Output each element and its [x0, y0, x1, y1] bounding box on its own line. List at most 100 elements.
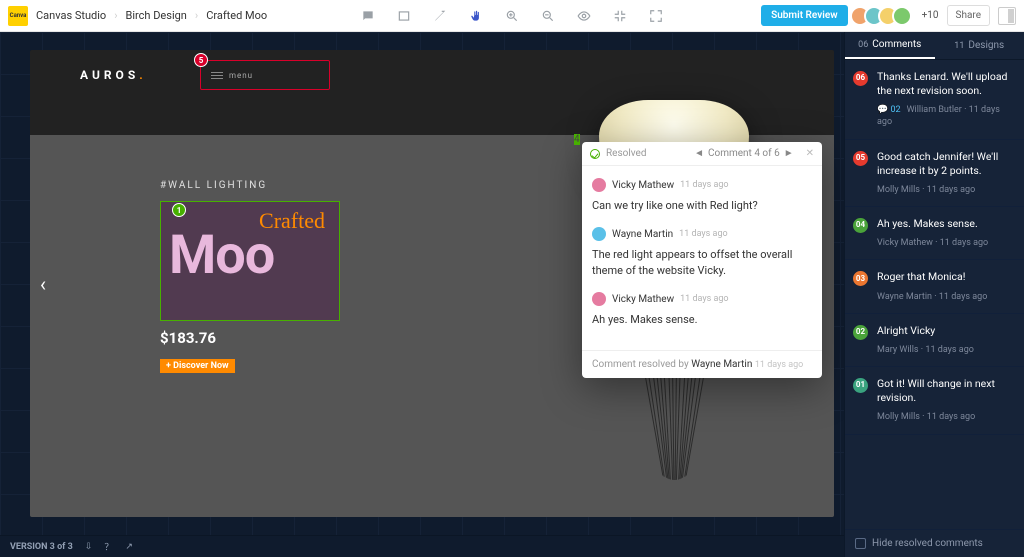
rectangle-tool-icon[interactable] — [396, 8, 412, 24]
hero-price: $183.76 — [160, 329, 340, 347]
submit-review-button[interactable]: Submit Review — [761, 5, 847, 26]
pager-prev-icon[interactable]: ◄ — [694, 148, 704, 159]
menu-button-annotation[interactable]: menu — [200, 60, 330, 90]
collapse-icon[interactable] — [612, 8, 628, 24]
tab-designs[interactable]: 11 Designs — [935, 32, 1024, 59]
comment-popup[interactable]: 4 Resolved ◄ Comment 4 of 6 ► ✕ Vicky Ma… — [582, 142, 822, 378]
comment-badge: 04 — [853, 218, 868, 233]
more-collaborators-count[interactable]: +10 — [922, 10, 939, 21]
toggle-panel-icon[interactable] — [998, 7, 1016, 25]
comment-author: William Butler — [907, 105, 962, 115]
resolved-by-prefix: Comment resolved by — [592, 359, 691, 370]
comment-badge: 01 — [853, 378, 868, 393]
comment-summary: Roger that Monica! — [877, 270, 1014, 284]
comment-author: Vicky Mathew — [877, 238, 933, 248]
tab-comments-label: Comments — [872, 39, 921, 50]
comment-time: 11 days ago — [940, 238, 988, 248]
share-button[interactable]: Share — [947, 5, 990, 26]
comment-tool-icon[interactable] — [360, 8, 376, 24]
app-logo: Canva — [8, 6, 28, 26]
resolved-by-when: 11 days ago — [755, 360, 803, 370]
comment-list: 06 Thanks Lenard. We'll upload the next r… — [845, 60, 1024, 529]
version-label: VERSION 3 of 3 — [10, 542, 73, 552]
comment-author: Wayne Martin — [877, 292, 932, 302]
preview-icon[interactable] — [576, 8, 592, 24]
comment-summary: Good catch Jennifer! We'll increase it b… — [877, 150, 1014, 178]
panel-footer: Hide resolved comments — [845, 529, 1024, 557]
comment-entry: Vicky Mathew11 days agoAh yes. Makes sen… — [592, 292, 812, 327]
avatar[interactable] — [892, 6, 912, 26]
comment-time: 11 days ago — [925, 345, 973, 355]
comments-panel: 06 Comments 11 Designs 06 Thanks Lenard. … — [844, 32, 1024, 557]
comment-list-item[interactable]: 02Alright VickyMary Wills · 11 days ago — [845, 314, 1024, 367]
comment-time: 11 days ago — [679, 229, 727, 239]
comment-list-item[interactable]: 01Got it! Will change in next revision.M… — [845, 367, 1024, 434]
topbar-right: Submit Review +10 Share — [761, 5, 1016, 26]
open-external-icon[interactable]: ↗ — [125, 542, 133, 552]
topbar: Canva Canvas Studio › Birch Design › Cra… — [0, 0, 1024, 32]
arrow-tool-icon[interactable] — [432, 8, 448, 24]
download-icon[interactable]: ⇩ — [85, 542, 93, 552]
breadcrumb-design[interactable]: Crafted Moo — [206, 9, 267, 22]
comment-meta: Vicky Mathew · 11 days ago — [877, 237, 1014, 249]
comment-entry: Wayne Martin11 days agoThe red light app… — [592, 227, 812, 278]
toolbar — [360, 8, 664, 24]
app-title[interactable]: Canvas Studio — [36, 9, 106, 22]
avatar — [592, 292, 606, 306]
hero-tag: #WALL LIGHTING — [160, 180, 340, 191]
comment-author: Wayne Martin — [612, 229, 673, 240]
breadcrumb-sep: › — [114, 9, 117, 22]
popup-close-icon[interactable]: ✕ — [806, 148, 814, 159]
resolved-check-icon — [590, 149, 600, 159]
expand-icon[interactable] — [648, 8, 664, 24]
comment-author: Vicky Mathew — [612, 294, 674, 305]
collaborator-avatars[interactable] — [856, 6, 912, 26]
main-area: AUROS. menu 5 #WALL LIGHTING Crafted Moo… — [0, 32, 1024, 557]
tab-comments[interactable]: 06 Comments — [845, 32, 935, 59]
pager-text: Comment 4 of 6 — [708, 148, 780, 159]
comment-list-item[interactable]: 06 Thanks Lenard. We'll upload the next r… — [845, 60, 1024, 140]
avatar — [592, 178, 606, 192]
comment-list-item[interactable]: 03Roger that Monica!Wayne Martin · 11 da… — [845, 260, 1024, 313]
site-logo: AUROS. — [80, 68, 147, 82]
hamburger-icon — [211, 72, 223, 79]
comment-badge: 06 — [853, 71, 868, 86]
comment-badge: 02 — [853, 325, 868, 340]
comment-list-item[interactable]: 05 Good catch Jennifer! We'll increase it… — [845, 140, 1024, 207]
comment-time: 11 days ago — [680, 294, 728, 304]
hide-resolved-label: Hide resolved comments — [872, 538, 983, 549]
comment-time: 11 days ago — [939, 292, 987, 302]
comment-text: Can we try like one with Red light? — [592, 198, 812, 213]
tab-designs-count: 11 — [954, 41, 964, 51]
comment-meta: 💬 02William Butler · 11 days ago — [877, 104, 1014, 128]
comment-time: 11 days ago — [927, 185, 975, 195]
annotation-pin-1[interactable]: 1 — [172, 203, 186, 217]
comment-author: Molly Mills — [877, 412, 920, 422]
comment-summary: Thanks Lenard. We'll upload the next rev… — [877, 70, 1014, 98]
annotation-pin-4[interactable]: 4 — [574, 134, 580, 145]
hero-title: Moo — [169, 232, 329, 281]
comment-badge: 05 — [853, 151, 868, 166]
resolved-by-name: Wayne Martin — [691, 359, 752, 370]
avatar — [592, 227, 606, 241]
zoom-out-icon[interactable] — [540, 8, 556, 24]
hero-content: #WALL LIGHTING Crafted Moo $183.76 + Dis… — [160, 180, 340, 373]
help-icon[interactable]: ？ — [104, 540, 113, 553]
comment-time: 11 days ago — [680, 180, 728, 190]
breadcrumb-project[interactable]: Birch Design — [126, 9, 187, 22]
zoom-in-icon[interactable] — [504, 8, 520, 24]
hide-resolved-checkbox[interactable] — [855, 538, 866, 549]
annotation-pin-5[interactable]: 5 — [194, 53, 208, 67]
comment-author: Molly Mills — [877, 185, 920, 195]
stage[interactable]: AUROS. menu 5 #WALL LIGHTING Crafted Moo… — [0, 32, 844, 557]
title-annotation[interactable]: Crafted Moo — [160, 201, 340, 321]
comment-entry: Vicky Mathew11 days agoCan we try like o… — [592, 178, 812, 213]
comment-badge: 03 — [853, 271, 868, 286]
comment-list-item[interactable]: 04Ah yes. Makes sense.Vicky Mathew · 11 … — [845, 207, 1024, 260]
pager-next-icon[interactable]: ► — [784, 148, 794, 159]
comment-author: Mary Wills — [877, 345, 919, 355]
carousel-prev-icon[interactable]: ‹ — [40, 272, 46, 296]
hand-tool-icon[interactable] — [468, 8, 484, 24]
comment-meta: Molly Mills · 11 days ago — [877, 411, 1014, 423]
discover-button[interactable]: + Discover Now — [160, 359, 235, 373]
